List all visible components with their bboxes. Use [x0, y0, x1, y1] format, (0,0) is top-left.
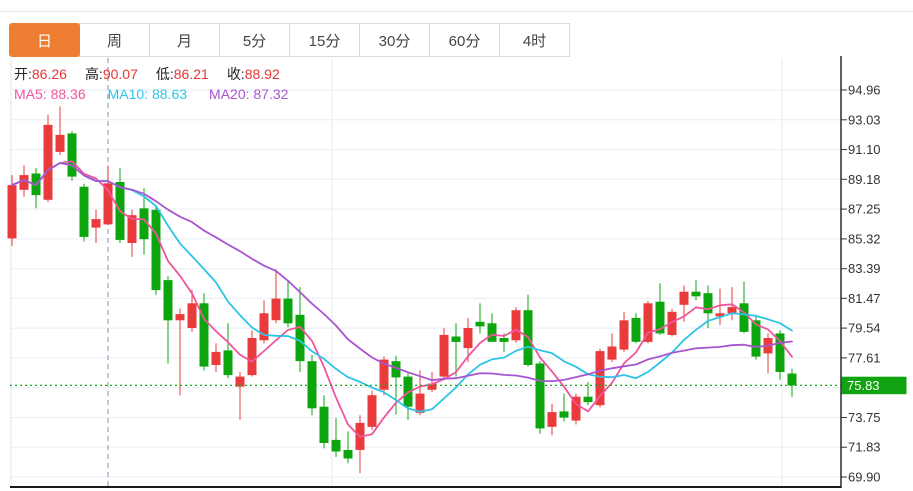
axis-tick-label: 73.75	[848, 410, 881, 425]
candle-up	[620, 320, 629, 349]
candle-down	[788, 374, 797, 386]
candle-down	[164, 280, 173, 320]
tab-4时[interactable]: 4时	[499, 23, 570, 57]
candle-up	[548, 412, 557, 427]
candle-up	[212, 352, 221, 365]
candle-up	[44, 125, 53, 200]
candle-down	[80, 187, 89, 237]
candle-up	[680, 292, 689, 305]
candle-up	[248, 338, 257, 375]
candle-down	[692, 292, 701, 297]
tab-30分[interactable]: 30分	[359, 23, 430, 57]
close-label: 收:	[227, 66, 245, 82]
candle-up	[464, 328, 473, 348]
axis-tick-label: 77.61	[848, 350, 881, 365]
ma-readout: MA5: 88.36 MA10: 88.63 MA20: 87.32	[14, 86, 310, 102]
candle-down	[536, 364, 545, 429]
candle-down	[584, 397, 593, 402]
tab-5分[interactable]: 5分	[219, 23, 290, 57]
candle-down	[452, 337, 461, 342]
candle-down	[152, 210, 161, 290]
candle-up	[272, 299, 281, 321]
candle-down	[344, 450, 353, 459]
candle-down	[68, 133, 77, 176]
candle-down	[560, 411, 569, 417]
current-price-label: 75.83	[847, 378, 880, 393]
axis-tick-label: 83.39	[848, 261, 881, 276]
candle-down	[740, 303, 749, 332]
candle-down	[332, 440, 341, 452]
candle-down	[284, 299, 293, 324]
axis-tick-label: 71.83	[848, 440, 881, 455]
kline-chart-window: 日周月5分15分30分60分4时 开:86.26 高:90.07 低:86.21 收:…	[0, 0, 913, 491]
candle-up	[260, 313, 269, 340]
candle-up	[512, 310, 521, 340]
tab-日[interactable]: 日	[9, 23, 80, 57]
high-value: 90.07	[103, 66, 138, 82]
axis-tick-label: 91.10	[848, 142, 881, 157]
candle-up	[92, 219, 101, 228]
candle-up	[20, 175, 29, 190]
ma5-line	[12, 161, 792, 437]
axis-tick-label: 93.03	[848, 112, 881, 127]
tab-月[interactable]: 月	[149, 23, 220, 57]
open-value: 86.26	[32, 66, 67, 82]
candle-down	[308, 361, 317, 408]
ma10-readout: MA10: 88.63	[108, 86, 187, 102]
tab-15分[interactable]: 15分	[289, 23, 360, 57]
candle-up	[176, 314, 185, 320]
ma20-readout: MA20: 87.32	[209, 86, 288, 102]
axis-tick-label: 69.90	[848, 470, 881, 485]
low-value: 86.21	[174, 66, 209, 82]
candle-up	[608, 347, 617, 360]
candle-up	[440, 335, 449, 377]
open-label: 开:	[14, 66, 32, 82]
ma5-readout: MA5: 88.36	[14, 86, 86, 102]
candle-down	[224, 350, 233, 375]
tab-60分[interactable]: 60分	[429, 23, 500, 57]
candle-down	[500, 338, 509, 342]
axis-tick-label: 94.96	[848, 83, 881, 98]
axis-tick-label: 81.47	[848, 291, 881, 306]
axis-tick-label: 79.54	[848, 321, 881, 336]
axis-tick-label: 85.32	[848, 231, 881, 246]
candle-up	[368, 395, 377, 427]
axis-tick-label: 89.18	[848, 172, 881, 187]
axis-tick-label: 87.25	[848, 202, 881, 217]
ma10-line	[12, 163, 792, 412]
high-label: 高:	[85, 66, 103, 82]
candle-down	[320, 407, 329, 443]
ohlc-readout: 开:86.26 高:90.07 低:86.21 收:88.92	[14, 64, 298, 84]
candle-down	[704, 293, 713, 313]
close-value: 88.92	[245, 66, 280, 82]
period-tabbar: 日周月5分15分30分60分4时	[10, 23, 570, 57]
candle-down	[296, 315, 305, 361]
candle-down	[476, 322, 485, 327]
low-label: 低:	[156, 66, 174, 82]
tab-周[interactable]: 周	[79, 23, 150, 57]
candle-up	[56, 135, 65, 152]
candle-up	[8, 185, 17, 238]
candle-up	[188, 303, 197, 328]
candle-down	[488, 323, 497, 342]
candle-down	[632, 318, 641, 342]
